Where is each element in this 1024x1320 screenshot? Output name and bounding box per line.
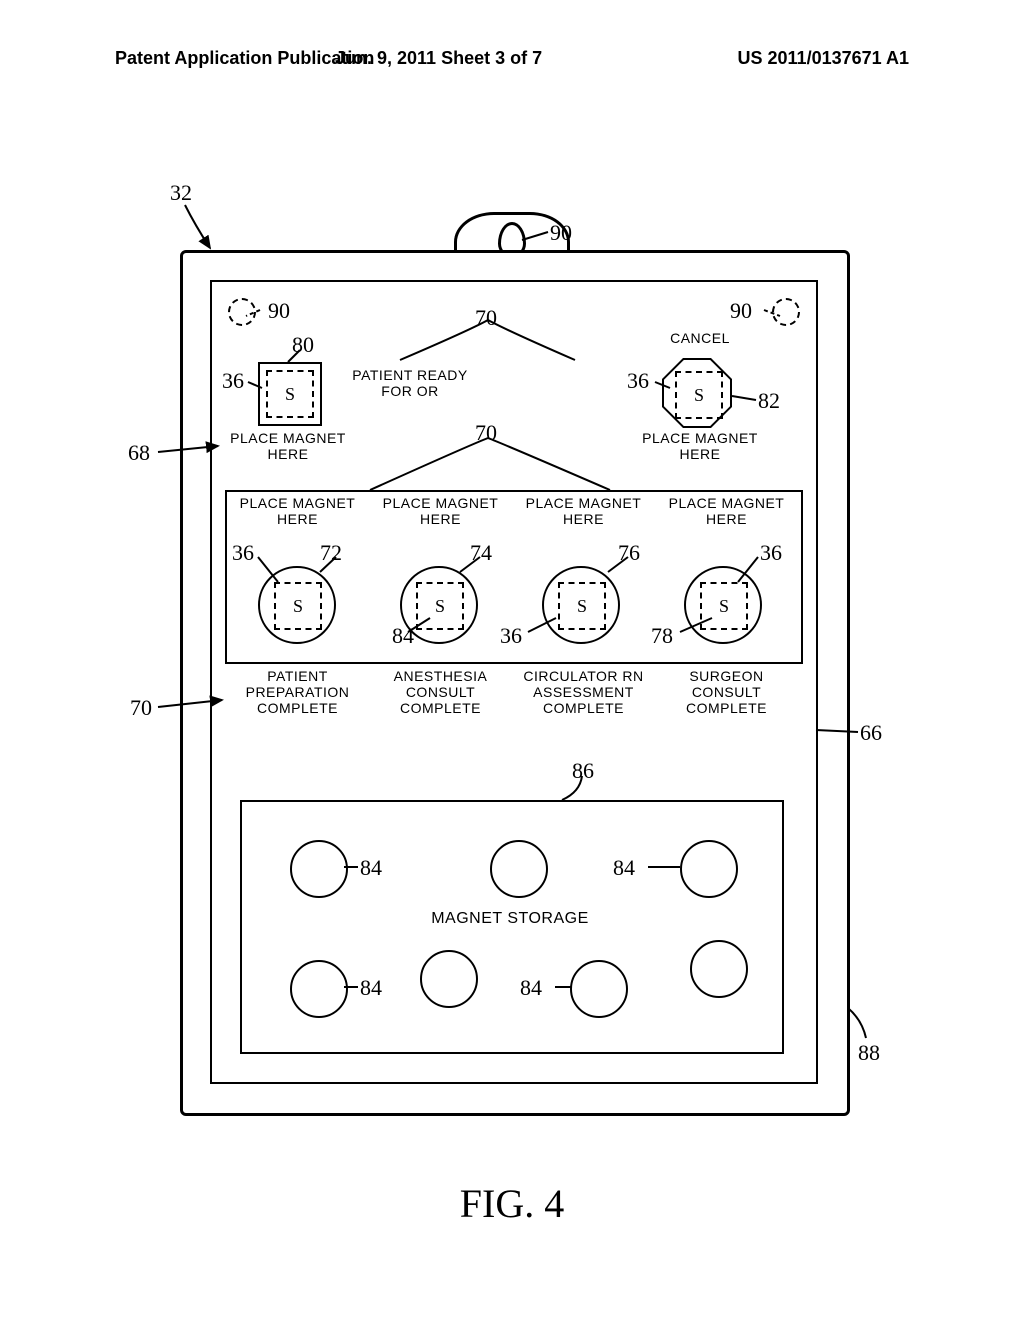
store-84-1 bbox=[290, 840, 348, 898]
s-78: S bbox=[700, 582, 748, 630]
pm4: PLACE MAGNET HERE bbox=[654, 495, 799, 527]
ref-76: 76 bbox=[618, 540, 640, 566]
patient-ready-label: PATIENT READY FOR OR bbox=[330, 367, 490, 399]
store-84-6 bbox=[570, 960, 628, 1018]
page: Patent Application Publication Jun. 9, 2… bbox=[0, 0, 1024, 1320]
store-84-3 bbox=[680, 840, 738, 898]
ref-32: 32 bbox=[170, 180, 192, 206]
ref-80: 80 bbox=[292, 332, 314, 358]
ref-72: 72 bbox=[320, 540, 342, 566]
title-c3: CIRCULATOR RN ASSESSMENT COMPLETE bbox=[511, 668, 656, 716]
ref-90c: 90 bbox=[730, 298, 752, 324]
ref-36d: 36 bbox=[760, 540, 782, 566]
s-label: S bbox=[293, 596, 303, 616]
ref-86: 86 bbox=[572, 758, 594, 784]
ref-84row1: 84 bbox=[392, 623, 414, 649]
ref-88: 88 bbox=[858, 1040, 880, 1066]
ref-78: 78 bbox=[651, 623, 673, 649]
ref-84s4: 84 bbox=[520, 975, 542, 1001]
ref-82: 82 bbox=[758, 388, 780, 414]
pm-here-right: PLACE MAGNET HERE bbox=[630, 430, 770, 462]
s-label: S bbox=[435, 596, 445, 616]
s-label: S bbox=[577, 596, 587, 616]
ref-84s2: 84 bbox=[613, 855, 635, 881]
pm2: PLACE MAGNET HERE bbox=[368, 495, 513, 527]
pm3: PLACE MAGNET HERE bbox=[511, 495, 656, 527]
ref-90a: 90 bbox=[550, 220, 572, 246]
s-label: S bbox=[285, 384, 295, 404]
ref-70b: 70 bbox=[475, 420, 497, 446]
cancel-switch: S bbox=[675, 371, 723, 419]
ref-84s1: 84 bbox=[360, 855, 382, 881]
ref-84s3: 84 bbox=[360, 975, 382, 1001]
title-c2: ANESTHESIA CONSULT COMPLETE bbox=[368, 668, 513, 716]
store-84-2 bbox=[490, 840, 548, 898]
header-mid: Jun. 9, 2011 Sheet 3 of 7 bbox=[335, 48, 542, 69]
s-label: S bbox=[694, 385, 704, 405]
s-label: S bbox=[719, 596, 729, 616]
ref-36c: 36 bbox=[232, 540, 254, 566]
ref-70c: 70 bbox=[130, 695, 152, 721]
ref-70a: 70 bbox=[475, 305, 497, 331]
title-c1: PATIENT PREPARATION COMPLETE bbox=[225, 668, 370, 716]
ref-36e: 36 bbox=[500, 623, 522, 649]
s-74: S bbox=[416, 582, 464, 630]
cancel-label: CANCEL bbox=[660, 330, 740, 346]
s-76: S bbox=[558, 582, 606, 630]
pm1: PLACE MAGNET HERE bbox=[225, 495, 370, 527]
title-c4: SURGEON CONSULT COMPLETE bbox=[654, 668, 799, 716]
s-72: S bbox=[274, 582, 322, 630]
ready-switch: S bbox=[266, 370, 314, 418]
ref-90b: 90 bbox=[268, 298, 290, 324]
store-84-4 bbox=[290, 960, 348, 1018]
magnet-storage-label: MAGNET STORAGE bbox=[240, 910, 780, 928]
ref-36a: 36 bbox=[222, 368, 244, 394]
ref-36b: 36 bbox=[627, 368, 649, 394]
ref-68: 68 bbox=[128, 440, 150, 466]
ref-74: 74 bbox=[470, 540, 492, 566]
store-84-5 bbox=[420, 950, 478, 1008]
store-84-7 bbox=[690, 940, 748, 998]
ref-66: 66 bbox=[860, 720, 882, 746]
figure-label: FIG. 4 bbox=[0, 1180, 1024, 1227]
mount-hole-left bbox=[228, 298, 256, 326]
header-right: US 2011/0137671 A1 bbox=[738, 48, 909, 69]
mount-hole-right bbox=[772, 298, 800, 326]
pm-here-left: PLACE MAGNET HERE bbox=[218, 430, 358, 462]
